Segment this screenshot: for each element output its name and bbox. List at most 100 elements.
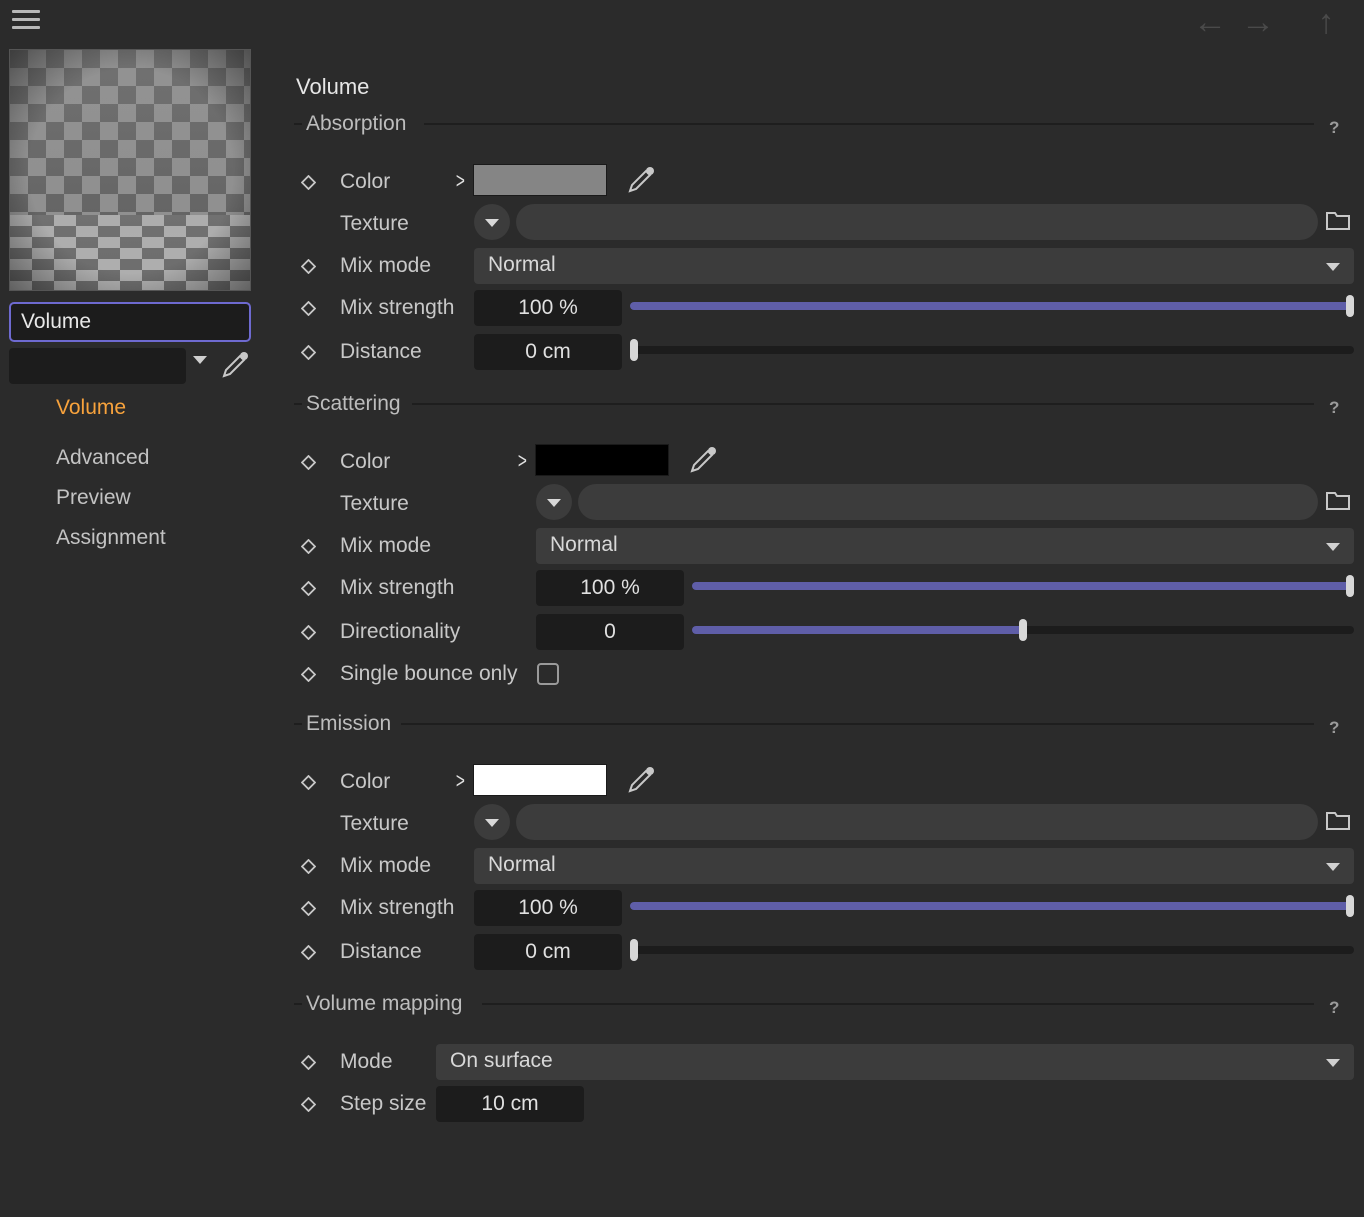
section-divider — [400, 723, 1314, 725]
chevron-down-icon — [1326, 1059, 1340, 1067]
slider-handle[interactable] — [1019, 619, 1027, 641]
scattering-directionality-label: Directionality — [340, 620, 461, 643]
scattering-texture-field[interactable] — [578, 484, 1318, 520]
scattering-color-label: Color — [340, 450, 391, 473]
slider-handle[interactable] — [630, 339, 638, 361]
slider-handle[interactable] — [1346, 895, 1354, 917]
emission-color-label: Color — [340, 770, 391, 793]
keyframe-diamond-icon[interactable] — [301, 581, 316, 596]
keyframe-diamond-icon[interactable] — [301, 345, 316, 360]
help-icon[interactable]: ? — [1329, 398, 1339, 418]
texture-dropdown-button[interactable] — [536, 484, 572, 520]
scattering-directionality-slider[interactable] — [692, 619, 1354, 641]
emission-distance-field[interactable]: 0 cm — [474, 934, 622, 970]
keyframe-diamond-icon[interactable] — [301, 775, 316, 790]
section-title-absorption[interactable]: Absorption — [306, 112, 417, 136]
chevron-right-icon[interactable]: > — [456, 168, 465, 194]
emission-mix-strength-label: Mix strength — [340, 896, 455, 919]
absorption-distance-field[interactable]: 0 cm — [474, 334, 622, 370]
slider-handle[interactable] — [1346, 575, 1354, 597]
absorption-mix-strength-field[interactable]: 100 % — [474, 290, 622, 326]
scattering-color-swatch[interactable] — [535, 444, 669, 476]
keyframe-diamond-icon[interactable] — [301, 667, 316, 682]
texture-dropdown-button[interactable] — [474, 804, 510, 840]
sidebar-item-assignment[interactable]: Assignment — [56, 526, 166, 550]
absorption-mix-strength-slider[interactable] — [630, 295, 1354, 317]
keyframe-diamond-icon[interactable] — [301, 175, 316, 190]
slider-fill — [692, 582, 1354, 590]
scattering-texture-label: Texture — [340, 492, 409, 515]
scattering-mix-mode-dropdown[interactable]: Normal — [536, 528, 1354, 564]
material-preview-image — [10, 50, 250, 290]
absorption-texture-field[interactable] — [516, 204, 1318, 240]
help-icon[interactable]: ? — [1329, 118, 1339, 138]
texture-dropdown-button[interactable] — [474, 204, 510, 240]
sidebar-item-advanced[interactable]: Advanced — [56, 446, 149, 470]
preset-dropdown-arrow-icon[interactable] — [193, 356, 207, 364]
preset-field[interactable] — [9, 348, 186, 384]
absorption-color-label: Color — [340, 170, 391, 193]
mapping-mode-dropdown[interactable]: On surface — [436, 1044, 1354, 1080]
sidebar-item-volume[interactable]: Volume — [56, 396, 126, 420]
section-divider — [294, 403, 302, 405]
page-title: Volume — [296, 74, 370, 99]
keyframe-diamond-icon[interactable] — [301, 859, 316, 874]
sidebar-item-preview[interactable]: Preview — [56, 486, 131, 510]
emission-mix-strength-field[interactable]: 100 % — [474, 890, 622, 926]
material-preview[interactable] — [9, 49, 251, 291]
step-size-field[interactable]: 10 cm — [436, 1086, 584, 1122]
eyedropper-icon[interactable] — [686, 443, 720, 477]
step-size-label: Step size — [340, 1092, 427, 1115]
emission-mix-strength-slider[interactable] — [630, 895, 1354, 917]
section-title-emission[interactable]: Emission — [306, 712, 402, 736]
slider-fill — [692, 626, 1023, 634]
help-icon[interactable]: ? — [1329, 998, 1339, 1018]
keyframe-diamond-icon[interactable] — [301, 259, 316, 274]
eyedropper-icon[interactable] — [624, 163, 658, 197]
keyframe-diamond-icon[interactable] — [301, 1097, 316, 1112]
eyedropper-icon[interactable] — [624, 763, 658, 797]
keyframe-diamond-icon[interactable] — [301, 539, 316, 554]
chevron-down-icon — [1326, 263, 1340, 271]
slider-fill — [630, 302, 1354, 310]
emission-distance-label: Distance — [340, 940, 422, 963]
emission-texture-field[interactable] — [516, 804, 1318, 840]
back-arrow-icon[interactable]: ← — [1190, 4, 1230, 40]
keyframe-diamond-icon[interactable] — [301, 455, 316, 470]
section-title-volume-mapping[interactable]: Volume mapping — [306, 992, 473, 1016]
absorption-color-swatch[interactable] — [473, 164, 607, 196]
absorption-mix-strength-label: Mix strength — [340, 296, 455, 319]
help-icon[interactable]: ? — [1329, 718, 1339, 738]
emission-mix-mode-dropdown[interactable]: Normal — [474, 848, 1354, 884]
up-arrow-icon[interactable]: ↑ — [1306, 4, 1346, 40]
hamburger-icon[interactable] — [12, 10, 40, 32]
keyframe-diamond-icon[interactable] — [301, 945, 316, 960]
section-title-scattering[interactable]: Scattering — [306, 392, 411, 416]
absorption-mix-mode-dropdown[interactable]: Normal — [474, 248, 1354, 284]
slider-handle[interactable] — [630, 939, 638, 961]
absorption-distance-slider[interactable] — [630, 339, 1354, 361]
absorption-distance-label: Distance — [340, 340, 422, 363]
forward-arrow-icon[interactable]: → — [1238, 4, 1278, 40]
eyedropper-icon[interactable] — [218, 348, 252, 382]
chevron-right-icon[interactable]: > — [456, 768, 465, 794]
folder-icon[interactable] — [1325, 489, 1351, 511]
keyframe-diamond-icon[interactable] — [301, 901, 316, 916]
keyframe-diamond-icon[interactable] — [301, 1055, 316, 1070]
emission-color-swatch[interactable] — [473, 764, 607, 796]
folder-icon[interactable] — [1325, 809, 1351, 831]
keyframe-diamond-icon[interactable] — [301, 301, 316, 316]
single-bounce-checkbox[interactable] — [537, 663, 559, 685]
folder-icon[interactable] — [1325, 209, 1351, 231]
keyframe-diamond-icon[interactable] — [301, 625, 316, 640]
dropdown-value: Normal — [488, 853, 556, 876]
scattering-directionality-field[interactable]: 0 — [536, 614, 684, 650]
slider-handle[interactable] — [1346, 295, 1354, 317]
scattering-mix-strength-slider[interactable] — [692, 575, 1354, 597]
dropdown-value: Normal — [550, 533, 618, 556]
scattering-mix-strength-field[interactable]: 100 % — [536, 570, 684, 606]
chevron-right-icon[interactable]: > — [518, 448, 527, 474]
section-divider — [294, 723, 302, 725]
material-name-field[interactable]: Volume — [9, 302, 251, 342]
emission-distance-slider[interactable] — [630, 939, 1354, 961]
